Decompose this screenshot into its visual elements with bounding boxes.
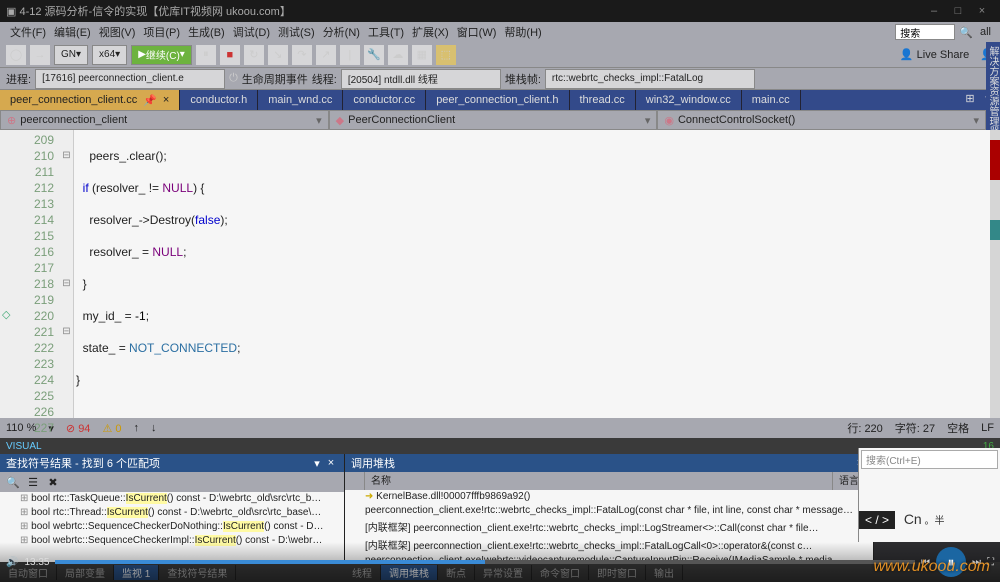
thread-label: 线程: bbox=[312, 71, 337, 87]
menu-file[interactable]: 文件(F) bbox=[10, 24, 46, 40]
step-into-icon[interactable]: ↘ bbox=[268, 45, 288, 65]
nav-down-icon[interactable]: ↓ bbox=[151, 422, 157, 434]
callstack-title: 调用堆栈 bbox=[351, 455, 395, 471]
indent[interactable]: 空格 bbox=[947, 420, 969, 436]
search-all: all bbox=[980, 26, 991, 38]
toolbox-icon[interactable]: 🔧 bbox=[364, 45, 384, 65]
tab-conductor-h[interactable]: conductor.h bbox=[180, 90, 258, 110]
find-icon[interactable]: 🔍 bbox=[4, 476, 22, 489]
menu-project[interactable]: 项目(P) bbox=[143, 24, 180, 40]
watermark: www.ukoou.com bbox=[874, 558, 991, 576]
min-button[interactable]: – bbox=[922, 5, 946, 17]
nav-fwd-icon[interactable]: → bbox=[30, 45, 50, 65]
warning-count[interactable]: ⚠ 0 bbox=[102, 422, 121, 435]
table-row[interactable]: ➜ KernelBase.dll!00007fffb9869a92() bbox=[345, 490, 873, 504]
step-out-icon[interactable]: ↗ bbox=[316, 45, 336, 65]
cursor-line: 行: 220 bbox=[847, 420, 882, 436]
tab-main-cc[interactable]: main.cc bbox=[742, 90, 801, 110]
split-icon[interactable]: ⊞ bbox=[962, 92, 978, 108]
menu-build[interactable]: 生成(B) bbox=[188, 24, 225, 40]
symbol-results-title: 查找符号结果 - 找到 6 个匹配项 bbox=[6, 455, 160, 471]
gutter: 2092102112122132142152162172182192202212… bbox=[0, 130, 60, 418]
nav-back-icon[interactable]: ◯ bbox=[6, 45, 26, 65]
table-row[interactable]: peerconnection_client.exe!rtc::webrtc_ch… bbox=[345, 504, 873, 518]
tab-conductor-cc[interactable]: conductor.cc bbox=[343, 90, 426, 110]
tab-main-wnd-cc[interactable]: main_wnd.cc bbox=[258, 90, 343, 110]
continue-button[interactable]: ▶ 继续(C) ▾ bbox=[131, 45, 192, 65]
menu-tools[interactable]: 工具(T) bbox=[368, 24, 404, 40]
highlight-icon[interactable]: ⬚ bbox=[436, 45, 456, 65]
list-item[interactable]: ⊞ bool rtc::TaskQueue::IsCurrent() const… bbox=[0, 492, 344, 506]
menu-debug[interactable]: 调试(D) bbox=[233, 24, 270, 40]
video-controls[interactable]: 🔊 13:35 ⏮ ⏸ ⏭ ⛶ bbox=[0, 542, 1000, 582]
process-label: 进程: bbox=[6, 71, 31, 87]
solution-explorer-thumb[interactable]: 搜索(Ctrl+E) < / > Cn 。半 bbox=[858, 448, 1000, 542]
nav-up-icon[interactable]: ↑ bbox=[133, 422, 139, 434]
tab-peer-connection-client-h[interactable]: peer_connection_client.h bbox=[426, 90, 569, 110]
menu-ext[interactable]: 扩展(X) bbox=[412, 24, 449, 40]
fold-margin[interactable]: ⊟⊟⊟ bbox=[60, 130, 74, 418]
scope-method[interactable]: ◉ConnectControlSocket()▾ bbox=[657, 110, 986, 130]
search-input[interactable] bbox=[895, 24, 955, 40]
list-item[interactable]: ⊞ bool webrtc::SequenceCheckerDoNothing:… bbox=[0, 520, 344, 534]
stackframe-label: 堆栈帧: bbox=[505, 71, 541, 87]
window-title: 4-12 源码分析-信令的实现【优库IT视频网 ukoou.com】 bbox=[19, 3, 290, 19]
live-share-button[interactable]: 👤 Live Share bbox=[900, 48, 969, 61]
platform-select[interactable]: x64 ▾ bbox=[92, 45, 127, 65]
close-icon[interactable]: × bbox=[163, 94, 169, 106]
tab-thread-cc[interactable]: thread.cc bbox=[570, 90, 636, 110]
ime-cn: Cn bbox=[904, 511, 922, 527]
tree-icon[interactable]: ☰ bbox=[24, 476, 42, 489]
menu-test[interactable]: 测试(S) bbox=[278, 24, 315, 40]
layout-icon[interactable]: ▦ bbox=[412, 45, 432, 65]
max-button[interactable]: □ bbox=[946, 5, 970, 17]
code-tag-icon: < / > bbox=[859, 511, 895, 529]
process-select[interactable]: [17616] peerconnection_client.e bbox=[35, 69, 225, 89]
video-time: 13:35 bbox=[24, 557, 49, 568]
pin-icon[interactable]: ▾ bbox=[310, 457, 324, 470]
search-icon[interactable]: 🔍 bbox=[959, 26, 973, 39]
lifecycle-label: 生命周期事件 bbox=[242, 71, 308, 87]
vs-logo: ▣ bbox=[6, 5, 16, 18]
col-name[interactable]: 名称 bbox=[365, 472, 833, 490]
list-item[interactable]: ⊞ bool rtc::Thread::IsCurrent() const - … bbox=[0, 506, 344, 520]
stackframe-select[interactable]: rtc::webrtc_checks_impl::FatalLog bbox=[545, 69, 755, 89]
lifecycle-icon[interactable]: ⏻ bbox=[229, 72, 238, 85]
config-select[interactable]: GN ▾ bbox=[54, 45, 88, 65]
lineending[interactable]: LF bbox=[981, 422, 994, 434]
scrollbar-minimap[interactable] bbox=[990, 130, 1000, 418]
pause-icon[interactable]: ⏸ bbox=[196, 45, 216, 65]
current-line-icon: ◇ bbox=[2, 308, 10, 321]
thread-select[interactable]: [20504] ntdll.dll 线程 bbox=[341, 69, 501, 89]
cursor-col: 字符: 27 bbox=[895, 420, 935, 436]
tab-peer-connection-client-cc[interactable]: peer_connection_client.cc📌× bbox=[0, 90, 180, 110]
stop-icon[interactable]: ■ bbox=[220, 45, 240, 65]
vim-mode: VISUAL bbox=[6, 441, 42, 452]
menu-edit[interactable]: 编辑(E) bbox=[54, 24, 91, 40]
menu-analyze[interactable]: 分析(N) bbox=[323, 24, 360, 40]
menu-window[interactable]: 窗口(W) bbox=[457, 24, 497, 40]
restart-icon[interactable]: ↻ bbox=[244, 45, 264, 65]
clear-icon[interactable]: ✖ bbox=[44, 476, 62, 489]
menu-bar[interactable]: 文件(F) 编辑(E) 视图(V) 项目(P) 生成(B) 调试(D) 测试(S… bbox=[0, 22, 1000, 42]
close-button[interactable]: × bbox=[970, 5, 994, 17]
vol-icon[interactable]: 🔊 bbox=[6, 557, 18, 568]
menu-help[interactable]: 帮助(H) bbox=[504, 24, 541, 40]
close-icon[interactable]: × bbox=[324, 457, 338, 469]
menu-view[interactable]: 视图(V) bbox=[99, 24, 136, 40]
tab-win32-window-cc[interactable]: win32_window.cc bbox=[636, 90, 742, 110]
sep: | bbox=[340, 45, 360, 65]
search-box[interactable]: 搜索(Ctrl+E) bbox=[861, 450, 998, 469]
table-row[interactable]: [内联框架] peerconnection_client.exe!rtc::we… bbox=[345, 518, 873, 536]
step-over-icon[interactable]: ↷ bbox=[292, 45, 312, 65]
scope-project[interactable]: ⊕peerconnection_client▾ bbox=[0, 110, 329, 130]
code-editor[interactable]: peers_.clear(); if (resolver_ != NULL) {… bbox=[74, 130, 1000, 418]
ime-half: 。半 bbox=[925, 516, 945, 527]
scope-class[interactable]: ◆PeerConnectionClient▾ bbox=[329, 110, 658, 130]
pin-icon[interactable]: 📌 bbox=[143, 94, 157, 107]
cloud-icon[interactable]: ☁ bbox=[388, 45, 408, 65]
video-progress[interactable] bbox=[55, 560, 915, 564]
